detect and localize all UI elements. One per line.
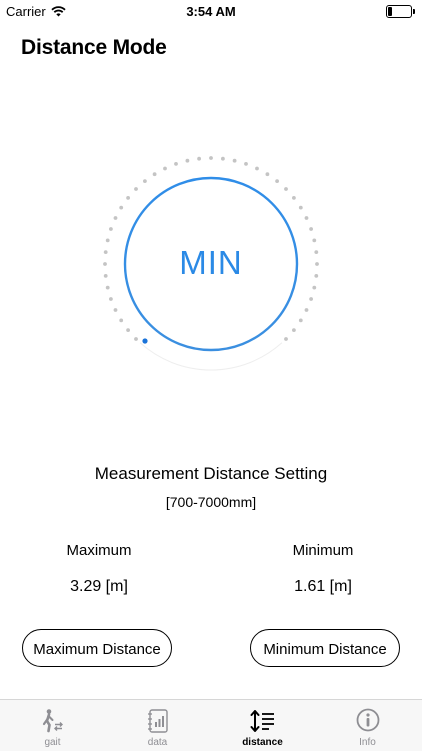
dial-tick-dot: [143, 179, 147, 184]
maximum-label: Maximum: [66, 542, 132, 559]
tab-bar: gait data distance Info: [0, 699, 422, 751]
dial-tick-dot: [119, 205, 124, 210]
dial-tick-dot: [197, 156, 202, 161]
minimum-value: 1.61 [m]: [294, 578, 352, 595]
dial-tick-dot: [298, 318, 303, 323]
status-time: 3:54 AM: [186, 4, 236, 19]
tab-distance[interactable]: distance: [210, 700, 315, 751]
info-icon: [356, 708, 379, 732]
dial-tick-dot: [105, 285, 110, 290]
dial-tick-dot: [119, 318, 124, 323]
minimum-label: Minimum: [292, 542, 354, 559]
dial-label: MIN: [179, 244, 243, 281]
dial-tick-dot: [284, 337, 288, 341]
maximum-value: 3.29 [m]: [70, 578, 128, 595]
walking-person-icon: [42, 709, 63, 733]
dial-tick-dot: [152, 172, 157, 177]
dial-tick-dot: [312, 238, 317, 243]
dial-tick-dot: [109, 297, 113, 301]
tab-label-distance: distance: [242, 737, 283, 748]
dial-tick-dot: [109, 227, 113, 231]
tab-data[interactable]: data: [105, 700, 210, 751]
dial-tick-dot: [255, 166, 259, 171]
dial-tick-dot: [244, 162, 248, 166]
dial-tick-dot: [292, 196, 296, 200]
tab-info[interactable]: Info: [315, 700, 420, 751]
dial-tick-dot: [304, 308, 309, 312]
dial-tick-dot: [275, 179, 279, 184]
setting-range: [700-7000mm]: [165, 494, 257, 510]
dial-tick-dot: [163, 166, 167, 171]
dial-tick-dot: [309, 227, 313, 231]
page-title: Distance Mode: [21, 36, 167, 59]
dial-tick-dot: [292, 328, 296, 332]
dial-tick-dot: [312, 285, 317, 290]
dial-tick-dot: [134, 337, 138, 341]
dial-tick-dot: [113, 216, 118, 220]
tab-label-info: Info: [359, 737, 376, 748]
dial-bottom-arc: [139, 342, 283, 371]
dial-tick-dot: [304, 216, 309, 220]
dial-indicator-dot: [142, 338, 148, 344]
tab-label-data: data: [147, 737, 168, 748]
dial-tick-dot: [232, 158, 237, 163]
tab-label-gait: gait: [44, 737, 61, 748]
dial-tick-dot: [113, 308, 118, 312]
dial-tick-dot: [265, 172, 270, 177]
dial-tick-dot: [126, 196, 130, 200]
status-bar: Carrier 3:54 AM: [0, 0, 422, 22]
tab-gait[interactable]: gait: [0, 700, 105, 751]
battery-icon: [386, 5, 415, 18]
distance-arrows-icon: [250, 710, 274, 732]
dial-tick-dot: [221, 156, 225, 161]
notebook-chart-icon: [147, 709, 168, 733]
dial-tick-dot: [309, 297, 313, 301]
dial-tick-dot: [209, 156, 213, 160]
dial-tick-dot: [298, 205, 303, 210]
maximum-distance-button[interactable]: Maximum Distance: [22, 629, 172, 667]
minimum-distance-button[interactable]: Minimum Distance: [250, 629, 400, 667]
dial-tick-dot: [134, 187, 138, 191]
dial-tick-dot: [105, 238, 110, 243]
dial-tick-dot: [284, 187, 288, 191]
setting-title: Measurement Distance Setting: [94, 464, 328, 483]
dial-tick-dot: [185, 158, 190, 163]
dial-tick-dot: [126, 328, 130, 332]
dial-tick-dot: [174, 162, 178, 166]
